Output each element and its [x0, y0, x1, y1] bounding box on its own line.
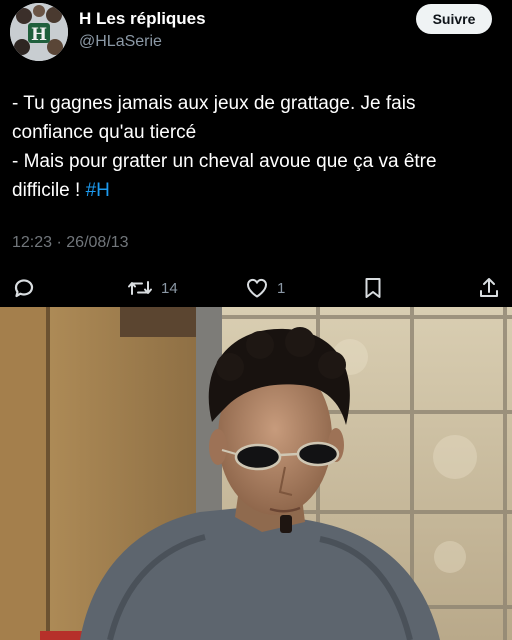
- tweet-line-text: difficile !: [12, 180, 86, 201]
- avatar-image: H: [10, 3, 68, 61]
- tweet-timestamp[interactable]: 12:23 · 26/08/13: [12, 234, 129, 252]
- tweet-header: H H Les répliques @HLaSerie Suivre: [0, 0, 512, 64]
- reply-icon: [14, 279, 34, 298]
- tweet-card: H H Les répliques @HLaSerie Suivre - Tu …: [0, 0, 512, 640]
- hashtag-link[interactable]: #H: [86, 180, 110, 201]
- follow-button[interactable]: Suivre: [416, 4, 492, 34]
- reply-button[interactable]: [12, 276, 36, 300]
- avatar-letter: H: [31, 25, 47, 45]
- bookmark-button[interactable]: [361, 276, 385, 300]
- tweet-date: 26/08/13: [66, 234, 129, 251]
- avatar[interactable]: H: [10, 3, 68, 61]
- heart-icon: [247, 278, 267, 298]
- tweet-photo[interactable]: [0, 307, 512, 640]
- share-button[interactable]: [477, 276, 501, 300]
- tweet-line: - Tu gagnes jamais aux jeux de grattage.…: [12, 93, 416, 114]
- share-icon: [480, 278, 498, 297]
- handle[interactable]: @HLaSerie: [79, 33, 162, 51]
- bookmark-icon: [365, 278, 381, 298]
- retweet-count: 14: [161, 279, 178, 297]
- tweet-time: 12:23: [12, 234, 53, 251]
- retweet-button[interactable]: 14: [127, 276, 178, 300]
- retweet-icon: [128, 281, 152, 295]
- tweet-line: confiance qu'au tiercé: [12, 122, 197, 143]
- action-bar: 14 1: [0, 270, 512, 306]
- display-name[interactable]: H Les répliques: [79, 9, 206, 29]
- tweet-text: - Tu gagnes jamais aux jeux de grattage.…: [12, 89, 502, 205]
- meta-separator: ·: [56, 234, 62, 251]
- like-count: 1: [277, 279, 286, 297]
- tweet-line: - Mais pour gratter un cheval avoue que …: [12, 151, 437, 172]
- tweet-line-last: difficile ! #H: [12, 176, 502, 205]
- like-button[interactable]: 1: [245, 276, 285, 300]
- photo-scene: [0, 307, 512, 640]
